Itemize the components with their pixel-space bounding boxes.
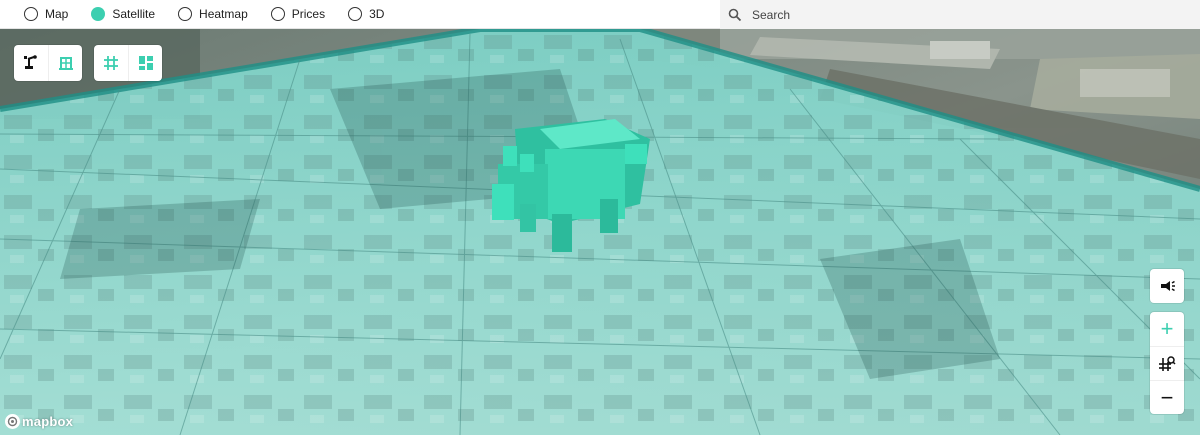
radio-label: 3D [369, 7, 385, 21]
locate-button[interactable] [1150, 346, 1184, 380]
draw-tools-group [14, 45, 82, 81]
layout-button[interactable] [128, 45, 162, 81]
zoom-out-label: − [1160, 384, 1174, 410]
radio-prices[interactable]: Prices [270, 0, 326, 28]
grid-button[interactable] [94, 45, 128, 81]
zoom-controls: + − [1150, 312, 1184, 414]
draw-tool-button[interactable] [14, 45, 48, 81]
building-button[interactable] [48, 45, 82, 81]
radio-button[interactable] [24, 7, 38, 21]
zoom-out-button[interactable]: − [1150, 380, 1184, 414]
radio-button-selected[interactable] [91, 7, 106, 21]
layout-icon [138, 56, 153, 70]
mapbox-logo-text: mapbox [22, 414, 74, 429]
radio-label: Satellite [112, 7, 156, 21]
grid-icon [104, 56, 118, 70]
radio-button[interactable] [270, 7, 285, 21]
announce-control [1150, 269, 1184, 303]
radio-satellite[interactable]: Satellite [91, 0, 155, 28]
radio-button[interactable] [178, 7, 193, 21]
radio-map[interactable]: Map [24, 0, 68, 28]
radio-label: Map [45, 7, 69, 21]
zoom-in-button[interactable]: + [1150, 312, 1184, 346]
mapbox-logo-icon [5, 414, 20, 429]
grid-search-icon [1159, 355, 1176, 371]
megaphone-icon [1161, 280, 1175, 292]
search-bar [720, 0, 1200, 29]
search-icon [728, 8, 742, 21]
layer-tools-group [94, 45, 162, 81]
radio-button[interactable] [348, 7, 363, 21]
radio-label: Prices [291, 7, 326, 21]
draw-tool-icon [24, 55, 37, 69]
map-canvas[interactable]: + − mapbox [0, 29, 1200, 435]
top-bar: Map Satellite Heatmap Prices 3D [0, 0, 1200, 29]
radio-heatmap[interactable]: Heatmap [178, 0, 248, 28]
announce-button[interactable] [1150, 269, 1184, 303]
search-input[interactable] [752, 7, 1172, 22]
mapbox-logo[interactable]: mapbox [5, 414, 73, 429]
building-icon [58, 57, 73, 70]
view-mode-radio-group: Map Satellite Heatmap Prices 3D [0, 0, 720, 28]
radio-3d[interactable]: 3D [348, 0, 384, 28]
satellite-3d-view [0, 29, 1200, 435]
radio-label: Heatmap [199, 7, 248, 21]
zoom-in-label: + [1160, 316, 1174, 341]
